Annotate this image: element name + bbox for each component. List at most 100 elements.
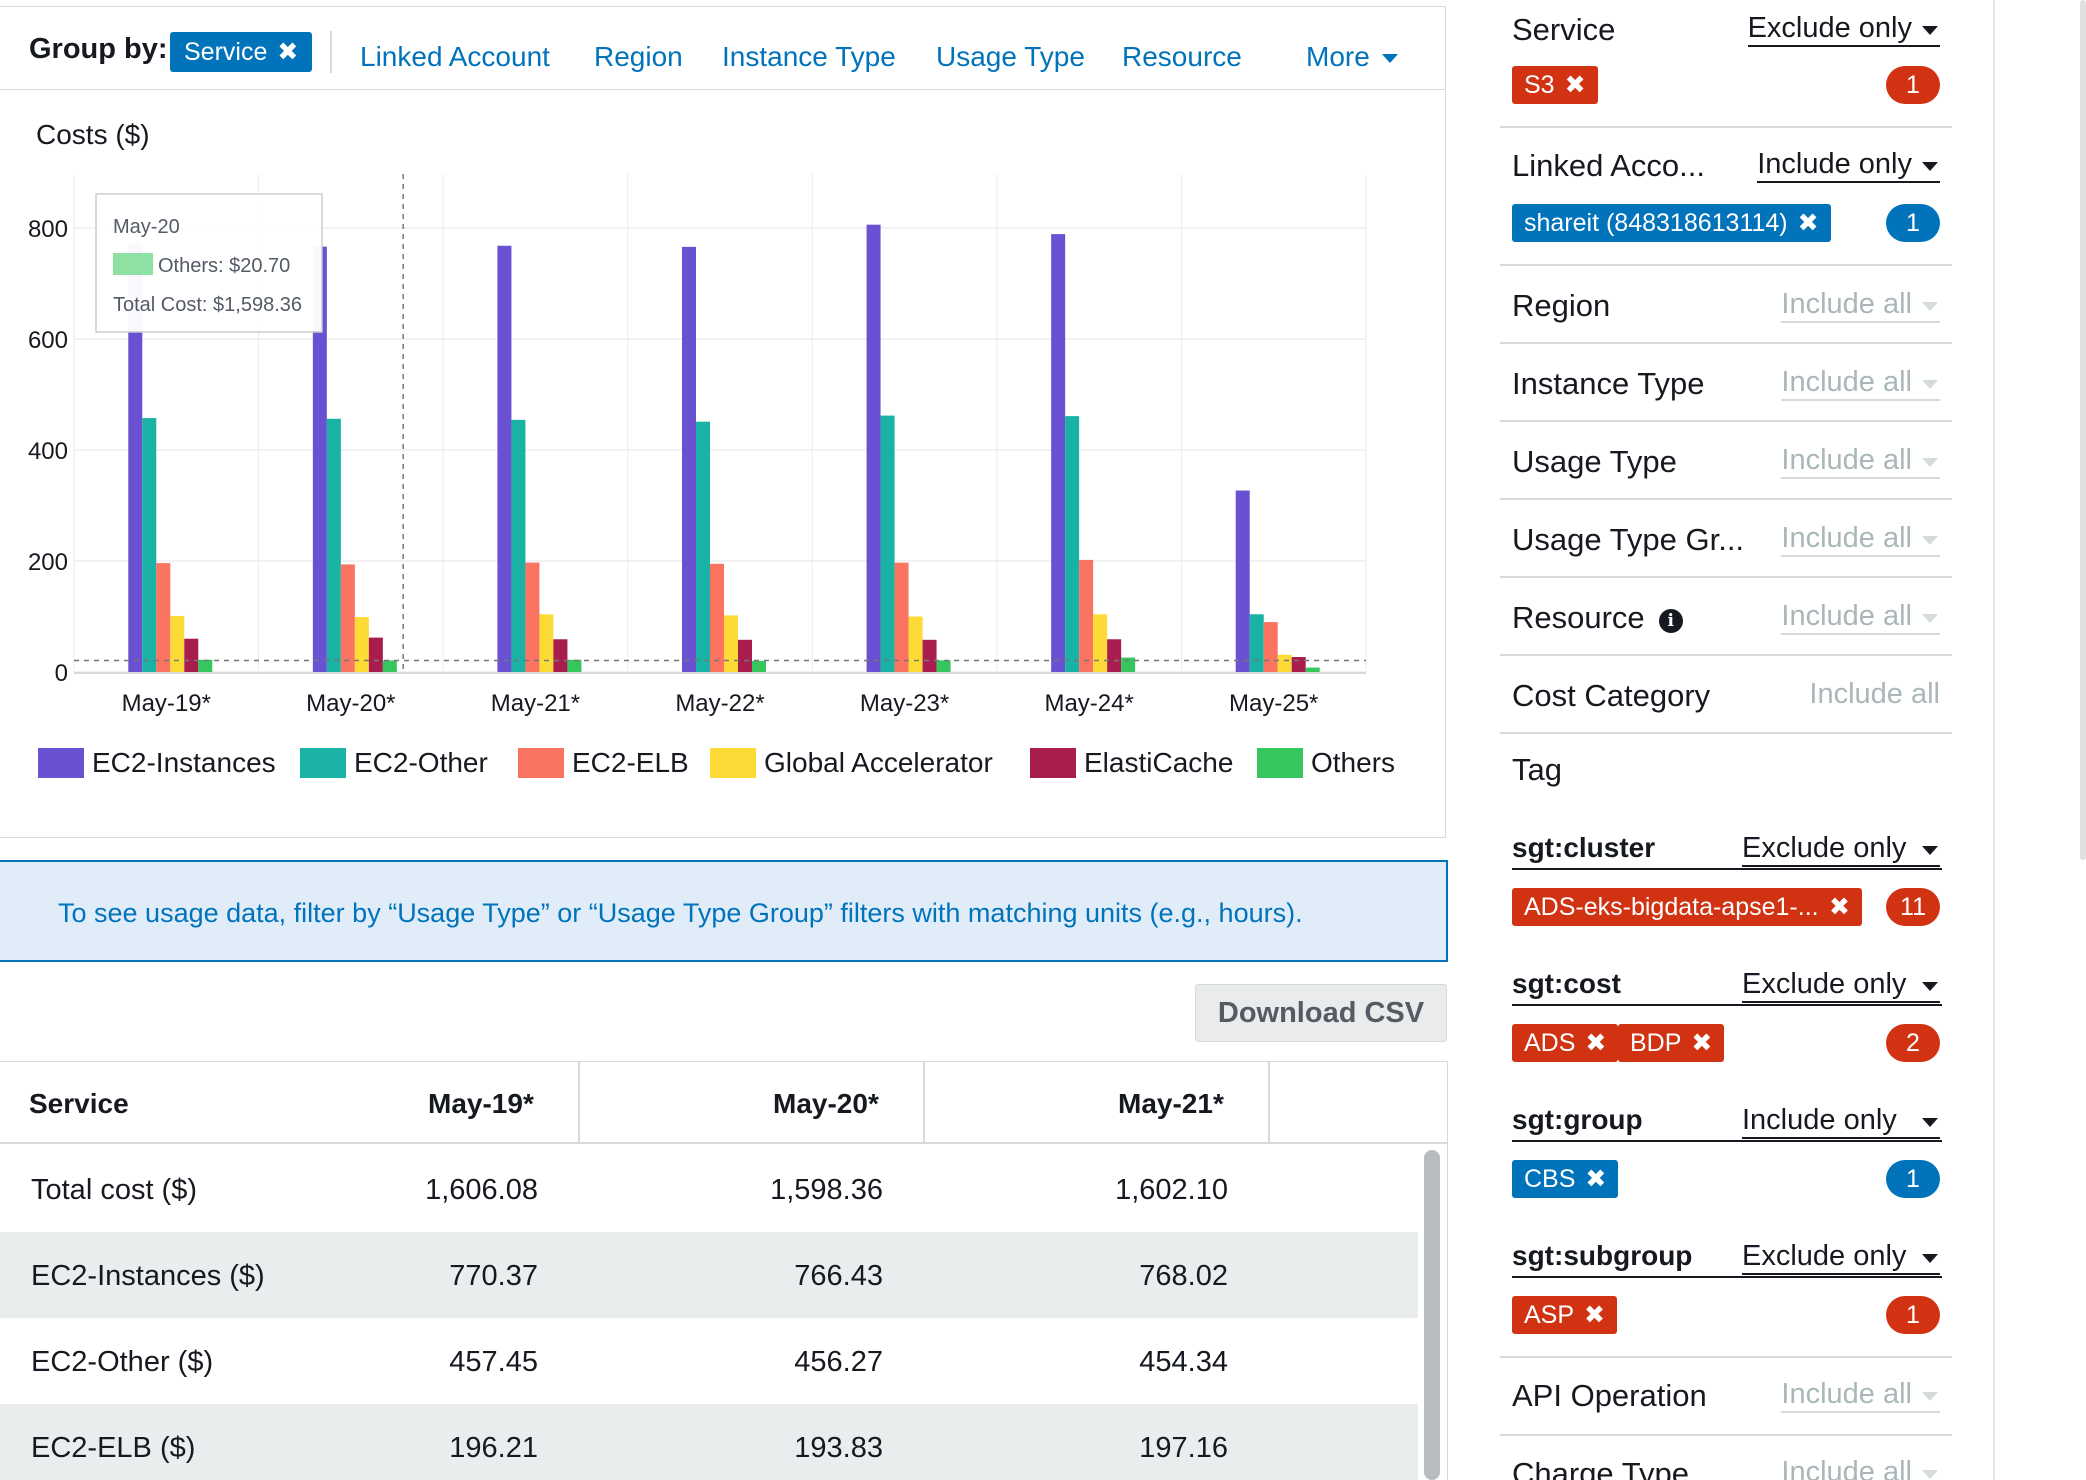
remove-tag-icon[interactable]: ✖ bbox=[1565, 71, 1586, 99]
filter-count-badge: 1 bbox=[1886, 1296, 1940, 1334]
cell-value: 456.27 bbox=[794, 1346, 883, 1378]
group-by-resource[interactable]: Resource bbox=[1122, 41, 1242, 73]
filter-mode-label: Include only bbox=[1757, 148, 1912, 180]
filter-tag-label: ADS-eks-bigdata-apse1-... bbox=[1524, 893, 1819, 921]
legend-swatch bbox=[1257, 748, 1303, 778]
filter-mode-label: Include all bbox=[1781, 1378, 1912, 1410]
group-by-linked-account[interactable]: Linked Account bbox=[360, 41, 550, 73]
x-tick-label: May-20* bbox=[306, 690, 395, 717]
group-by-bar: Group by: Service ✖ Linked Account Region… bbox=[0, 6, 1446, 90]
group-by-region[interactable]: Region bbox=[594, 41, 683, 73]
remove-tag-icon[interactable]: ✖ bbox=[1691, 1029, 1712, 1057]
remove-tag-icon[interactable]: ✖ bbox=[1585, 1029, 1606, 1057]
filter-tag[interactable]: BDP ✖ bbox=[1618, 1024, 1725, 1062]
filter-resource: Resource i Include all bbox=[1500, 578, 1952, 656]
filter-mode-label: Include all bbox=[1781, 444, 1912, 476]
underline bbox=[1512, 868, 1942, 870]
filter-tag[interactable]: ADS-eks-bigdata-apse1-... ✖ bbox=[1512, 888, 1862, 926]
bar bbox=[382, 660, 397, 672]
table-row: EC2-ELB ($) 196.21 193.83 197.16 bbox=[0, 1404, 1418, 1480]
bar bbox=[1065, 416, 1080, 672]
caret-down-icon bbox=[1922, 302, 1938, 311]
cell-value: 457.45 bbox=[449, 1346, 538, 1378]
bar bbox=[710, 563, 724, 672]
tag-section-title: Tag bbox=[1512, 752, 1562, 787]
remove-tag-icon[interactable]: ✖ bbox=[1829, 888, 1850, 926]
x-tick-label: May-25* bbox=[1229, 690, 1318, 717]
filter-tag[interactable]: ASP ✖ bbox=[1512, 1296, 1617, 1334]
group-by-usage-type[interactable]: Usage Type bbox=[936, 41, 1085, 73]
x-tick-label: May-24* bbox=[1044, 690, 1133, 717]
filter-mode-select[interactable]: Exclude only bbox=[1742, 968, 1940, 1003]
cost-bar-chart: 0 200 400 600 800 May-19* May-20* May-21* May-22… bbox=[28, 174, 1395, 778]
filter-tag-label: ASP bbox=[1524, 1301, 1575, 1329]
filter-tag-label: shareit (848318613114) bbox=[1524, 209, 1788, 237]
bar bbox=[1249, 614, 1264, 672]
filter-mode-select[interactable]: Include only bbox=[1757, 148, 1940, 183]
filter-mode-select[interactable]: Include all bbox=[1781, 444, 1940, 479]
bar bbox=[1079, 559, 1094, 672]
cell-value: 766.43 bbox=[794, 1260, 883, 1292]
group-by-more-dropdown[interactable]: More bbox=[1306, 41, 1398, 73]
filter-mode-select[interactable]: Include all bbox=[1809, 678, 1940, 711]
filter-label: API Operation bbox=[1512, 1378, 1707, 1413]
filter-mode-select[interactable]: Include all bbox=[1781, 1378, 1940, 1413]
info-icon[interactable]: i bbox=[1658, 609, 1683, 633]
filter-mode-select[interactable]: Include all bbox=[1781, 366, 1940, 401]
filter-tag[interactable]: CBS ✖ bbox=[1512, 1160, 1619, 1198]
bar bbox=[1291, 657, 1306, 672]
filter-mode-select[interactable]: Exclude only bbox=[1742, 832, 1940, 867]
filter-sgt-group: sgt:group Include only CBS ✖ 1 bbox=[1500, 1098, 1952, 1208]
caret-down-icon bbox=[1922, 982, 1938, 991]
filter-region: Region Include all bbox=[1500, 266, 1952, 344]
underline bbox=[1512, 1140, 1942, 1142]
x-tick-label: May-21* bbox=[491, 690, 580, 717]
filter-tag[interactable]: shareit (848318613114) ✖ bbox=[1512, 204, 1831, 242]
filter-mode-select[interactable]: Include all bbox=[1781, 288, 1940, 323]
legend-label: EC2-ELB bbox=[572, 747, 689, 778]
column-header-service[interactable]: Service bbox=[29, 1088, 129, 1120]
filter-tag-label: BDP bbox=[1630, 1029, 1682, 1057]
bar bbox=[880, 415, 895, 672]
caret-down-icon bbox=[1922, 380, 1938, 389]
filter-mode-label: Include all bbox=[1781, 600, 1912, 632]
group-by-instance-type[interactable]: Instance Type bbox=[722, 41, 896, 73]
bar bbox=[170, 615, 185, 672]
filter-tag[interactable]: ADS ✖ bbox=[1512, 1024, 1619, 1062]
group-by-service-chip[interactable]: Service ✖ bbox=[170, 32, 313, 72]
tooltip-series-label: Others: $20.70 bbox=[158, 255, 290, 277]
page-scrollbar[interactable] bbox=[2080, 0, 2086, 860]
bar bbox=[142, 418, 157, 672]
filter-mode-select[interactable]: Include all bbox=[1781, 522, 1940, 557]
bar bbox=[936, 660, 951, 672]
filter-label: Resource i bbox=[1512, 600, 1683, 636]
column-header-may-21[interactable]: May-21* bbox=[1118, 1088, 1224, 1120]
download-csv-button[interactable]: Download CSV bbox=[1195, 984, 1447, 1042]
bar bbox=[866, 224, 881, 673]
caret-down-icon bbox=[1922, 1470, 1938, 1479]
y-tick-label: 200 bbox=[28, 549, 68, 576]
filter-count-badge: 1 bbox=[1886, 204, 1940, 242]
filter-mode-select[interactable]: Exclude only bbox=[1742, 1240, 1940, 1275]
filter-mode-select[interactable]: Include all bbox=[1781, 600, 1940, 635]
table-scrollbar[interactable] bbox=[1424, 1150, 1440, 1480]
bar bbox=[553, 639, 568, 672]
bar bbox=[1277, 654, 1292, 672]
column-header-may-19[interactable]: May-19* bbox=[428, 1088, 534, 1120]
filter-api-operation: API Operation Include all bbox=[1500, 1358, 1952, 1436]
filter-mode-select[interactable]: Exclude only bbox=[1747, 12, 1940, 47]
remove-tag-icon[interactable]: ✖ bbox=[1798, 209, 1819, 237]
column-divider bbox=[923, 1062, 925, 1144]
remove-chip-icon[interactable]: ✖ bbox=[277, 38, 298, 66]
column-header-may-20[interactable]: May-20* bbox=[773, 1088, 879, 1120]
underline bbox=[1512, 1276, 1942, 1278]
filter-mode-select[interactable]: Include all bbox=[1781, 1456, 1940, 1480]
bar bbox=[184, 638, 199, 672]
filter-mode-select[interactable]: Include only bbox=[1742, 1104, 1940, 1139]
filter-sgt-subgroup: sgt:subgroup Exclude only ASP ✖ 1 bbox=[1500, 1234, 1952, 1358]
filter-tag[interactable]: S3 ✖ bbox=[1512, 66, 1598, 104]
remove-tag-icon[interactable]: ✖ bbox=[1585, 1165, 1606, 1193]
filter-cost-category: Cost Category Include all bbox=[1500, 656, 1952, 734]
tooltip-date: May-20 bbox=[113, 216, 180, 238]
remove-tag-icon[interactable]: ✖ bbox=[1584, 1301, 1605, 1329]
